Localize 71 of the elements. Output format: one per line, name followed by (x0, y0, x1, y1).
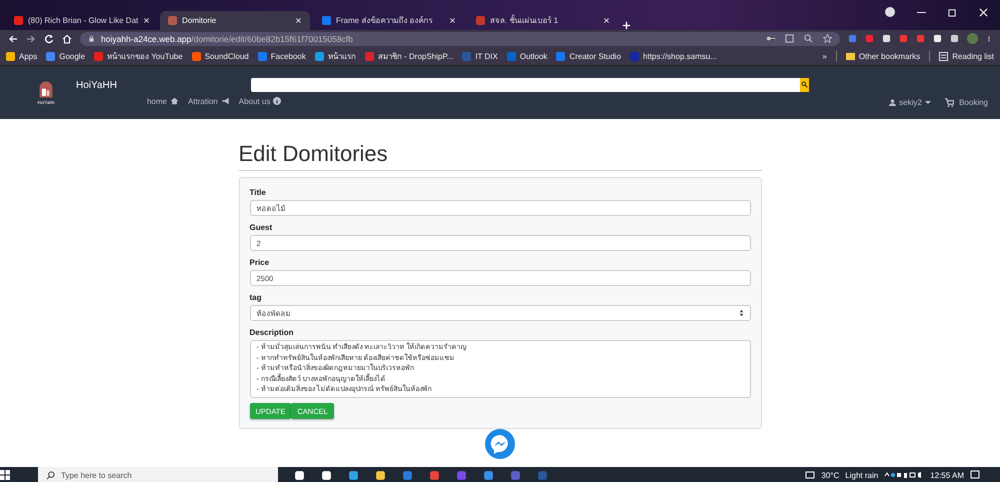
close-icon[interactable] (295, 17, 302, 24)
taskbar-app-icon[interactable] (294, 470, 305, 480)
browser-tab[interactable]: Frame ส่งข้อความถึง องค์กร (314, 11, 464, 30)
nav-link[interactable]: About us (238, 96, 282, 106)
user-icon (889, 99, 896, 106)
browser-tab[interactable]: สจล. ชั้นแผ่นเบอร์ 1 (468, 11, 618, 30)
back-icon[interactable] (8, 34, 18, 44)
browser-tab[interactable]: Domitorie (160, 11, 310, 30)
booking-link[interactable]: Booking (944, 98, 988, 107)
key-icon[interactable] (766, 34, 775, 43)
close-icon[interactable] (603, 17, 610, 24)
bookmark[interactable]: https://shop.samsu... (630, 52, 717, 60)
info-icon (273, 97, 282, 105)
taskbar-app-icon[interactable] (375, 470, 386, 480)
search-icon (801, 81, 808, 88)
taskbar-app-icon[interactable] (321, 470, 332, 480)
maximize-icon[interactable] (948, 8, 957, 16)
browser-tab[interactable]: (80) Rich Brian - Glow Like Dat (6, 11, 156, 30)
forward-icon[interactable] (26, 34, 36, 44)
logo-icon (38, 80, 54, 98)
lock-icon (88, 35, 95, 42)
search-button[interactable] (800, 78, 810, 92)
bookmark[interactable]: Creator Studio (556, 52, 622, 60)
brand-name[interactable]: HoiYaHH (76, 80, 117, 91)
megaphone-icon (220, 97, 230, 105)
star-icon[interactable] (823, 34, 832, 43)
search-field[interactable] (250, 78, 800, 92)
close-icon[interactable] (143, 17, 150, 24)
field-label: tag (250, 293, 262, 302)
bookmark[interactable]: Google (46, 52, 86, 60)
bookmark[interactable]: IT DIX (462, 52, 498, 60)
menu-icon[interactable] (986, 34, 992, 44)
folder-icon (846, 52, 855, 60)
field-label: Guest (250, 223, 274, 232)
bookmark[interactable]: สมาชิก - DropShipP... (364, 50, 454, 62)
more-bookmarks-button[interactable]: » (822, 52, 827, 60)
weather-text: Light rain (845, 470, 878, 480)
bookmark[interactable]: Facebook (258, 52, 306, 60)
avatar-icon[interactable] (967, 33, 978, 44)
close-icon[interactable] (449, 17, 456, 24)
caret-icon (924, 101, 931, 104)
zoom-icon[interactable] (804, 34, 813, 43)
profile-icon (885, 7, 895, 17)
new-tab-icon[interactable] (622, 21, 631, 30)
updown-icon (738, 309, 744, 317)
reload-icon[interactable] (44, 34, 54, 44)
nav-link[interactable]: Attration (188, 96, 230, 106)
list-icon (939, 52, 948, 60)
temperature: 30°C (821, 470, 840, 480)
home-icon[interactable] (62, 34, 72, 44)
bookmark[interactable]: Outlook (506, 52, 548, 60)
field-label: Price (250, 258, 270, 267)
bookmark[interactable]: Apps (6, 52, 38, 60)
nav-link[interactable]: home (146, 96, 179, 106)
user-menu[interactable]: sekiy2 (889, 98, 931, 107)
bookmark[interactable]: หน้าแรกของ YouTube (94, 50, 183, 62)
clock[interactable]: 12:55 AM (930, 470, 964, 480)
home-icon (170, 97, 179, 105)
messenger-icon[interactable] (485, 429, 515, 459)
address-bar[interactable]: hoiyahh-a24ce.web.app/domitorie/edit/60be82b15f61f70015058cfb (80, 32, 840, 46)
bookmark-folder[interactable]: Other bookmarks (846, 52, 920, 60)
taskbar-search-field[interactable]: Type here to search (38, 467, 278, 482)
cart-icon (944, 98, 954, 107)
reading-list-button[interactable]: Reading list (939, 52, 994, 60)
field-label: Title (250, 188, 267, 197)
bookmark[interactable]: หน้าแรก (314, 50, 356, 62)
search-icon (46, 470, 55, 480)
page-heading: Edit Domitories (238, 141, 762, 171)
bookmark[interactable]: SoundCloud (192, 52, 249, 60)
start-icon[interactable] (0, 470, 10, 480)
field-label: Description (250, 328, 295, 337)
